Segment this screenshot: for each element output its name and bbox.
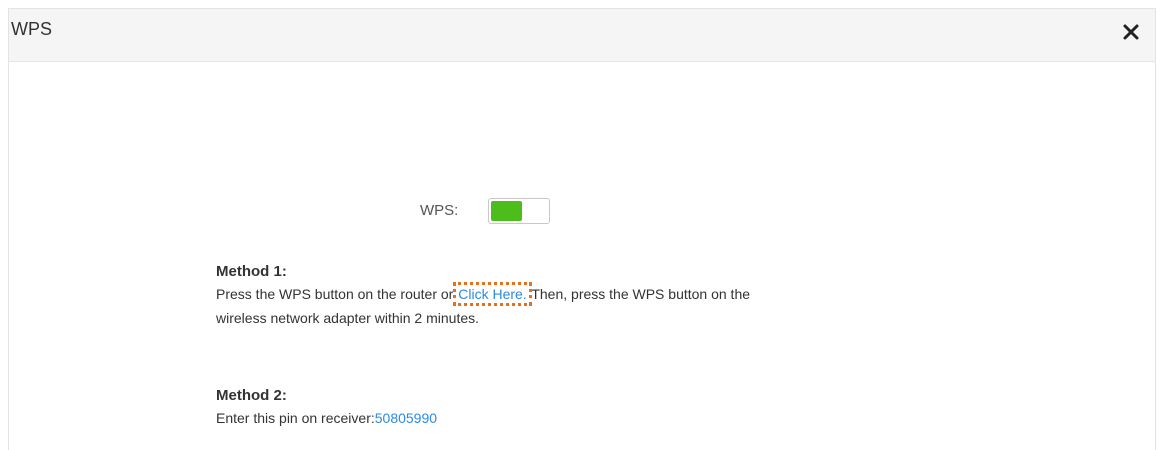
wps-dialog: WPS WPS: Method 1: Press the WPS button … <box>8 8 1156 450</box>
method1-text: Press the WPS button on the router or Cl… <box>216 282 750 330</box>
method2-text: Enter this pin on receiver:50805990 <box>216 406 437 430</box>
toggle-knob <box>523 201 547 221</box>
method1-text-line2: wireless network adapter within 2 minute… <box>216 310 480 326</box>
dialog-title: WPS <box>11 19 53 39</box>
toggle-on-fill <box>491 201 522 221</box>
method2-label: Enter this pin on receiver: <box>216 410 375 426</box>
close-icon[interactable] <box>1121 22 1141 42</box>
method2-section: Method 2: Enter this pin on receiver:508… <box>216 386 437 430</box>
wps-pin-value: 50805990 <box>374 410 438 426</box>
method2-title: Method 2: <box>216 387 287 404</box>
wps-toggle-switch[interactable] <box>488 198 550 224</box>
dialog-header: WPS <box>9 9 1155 62</box>
method1-section: Method 1: Press the WPS button on the ro… <box>216 262 750 330</box>
method1-text-after: Then, press the WPS button on the <box>527 286 751 302</box>
method1-text-before: Press the WPS button on the router or <box>216 286 458 302</box>
wps-toggle-label: WPS: <box>420 202 459 219</box>
method1-title: Method 1: <box>216 263 287 280</box>
click-here-link[interactable]: Click Here. <box>453 282 532 306</box>
